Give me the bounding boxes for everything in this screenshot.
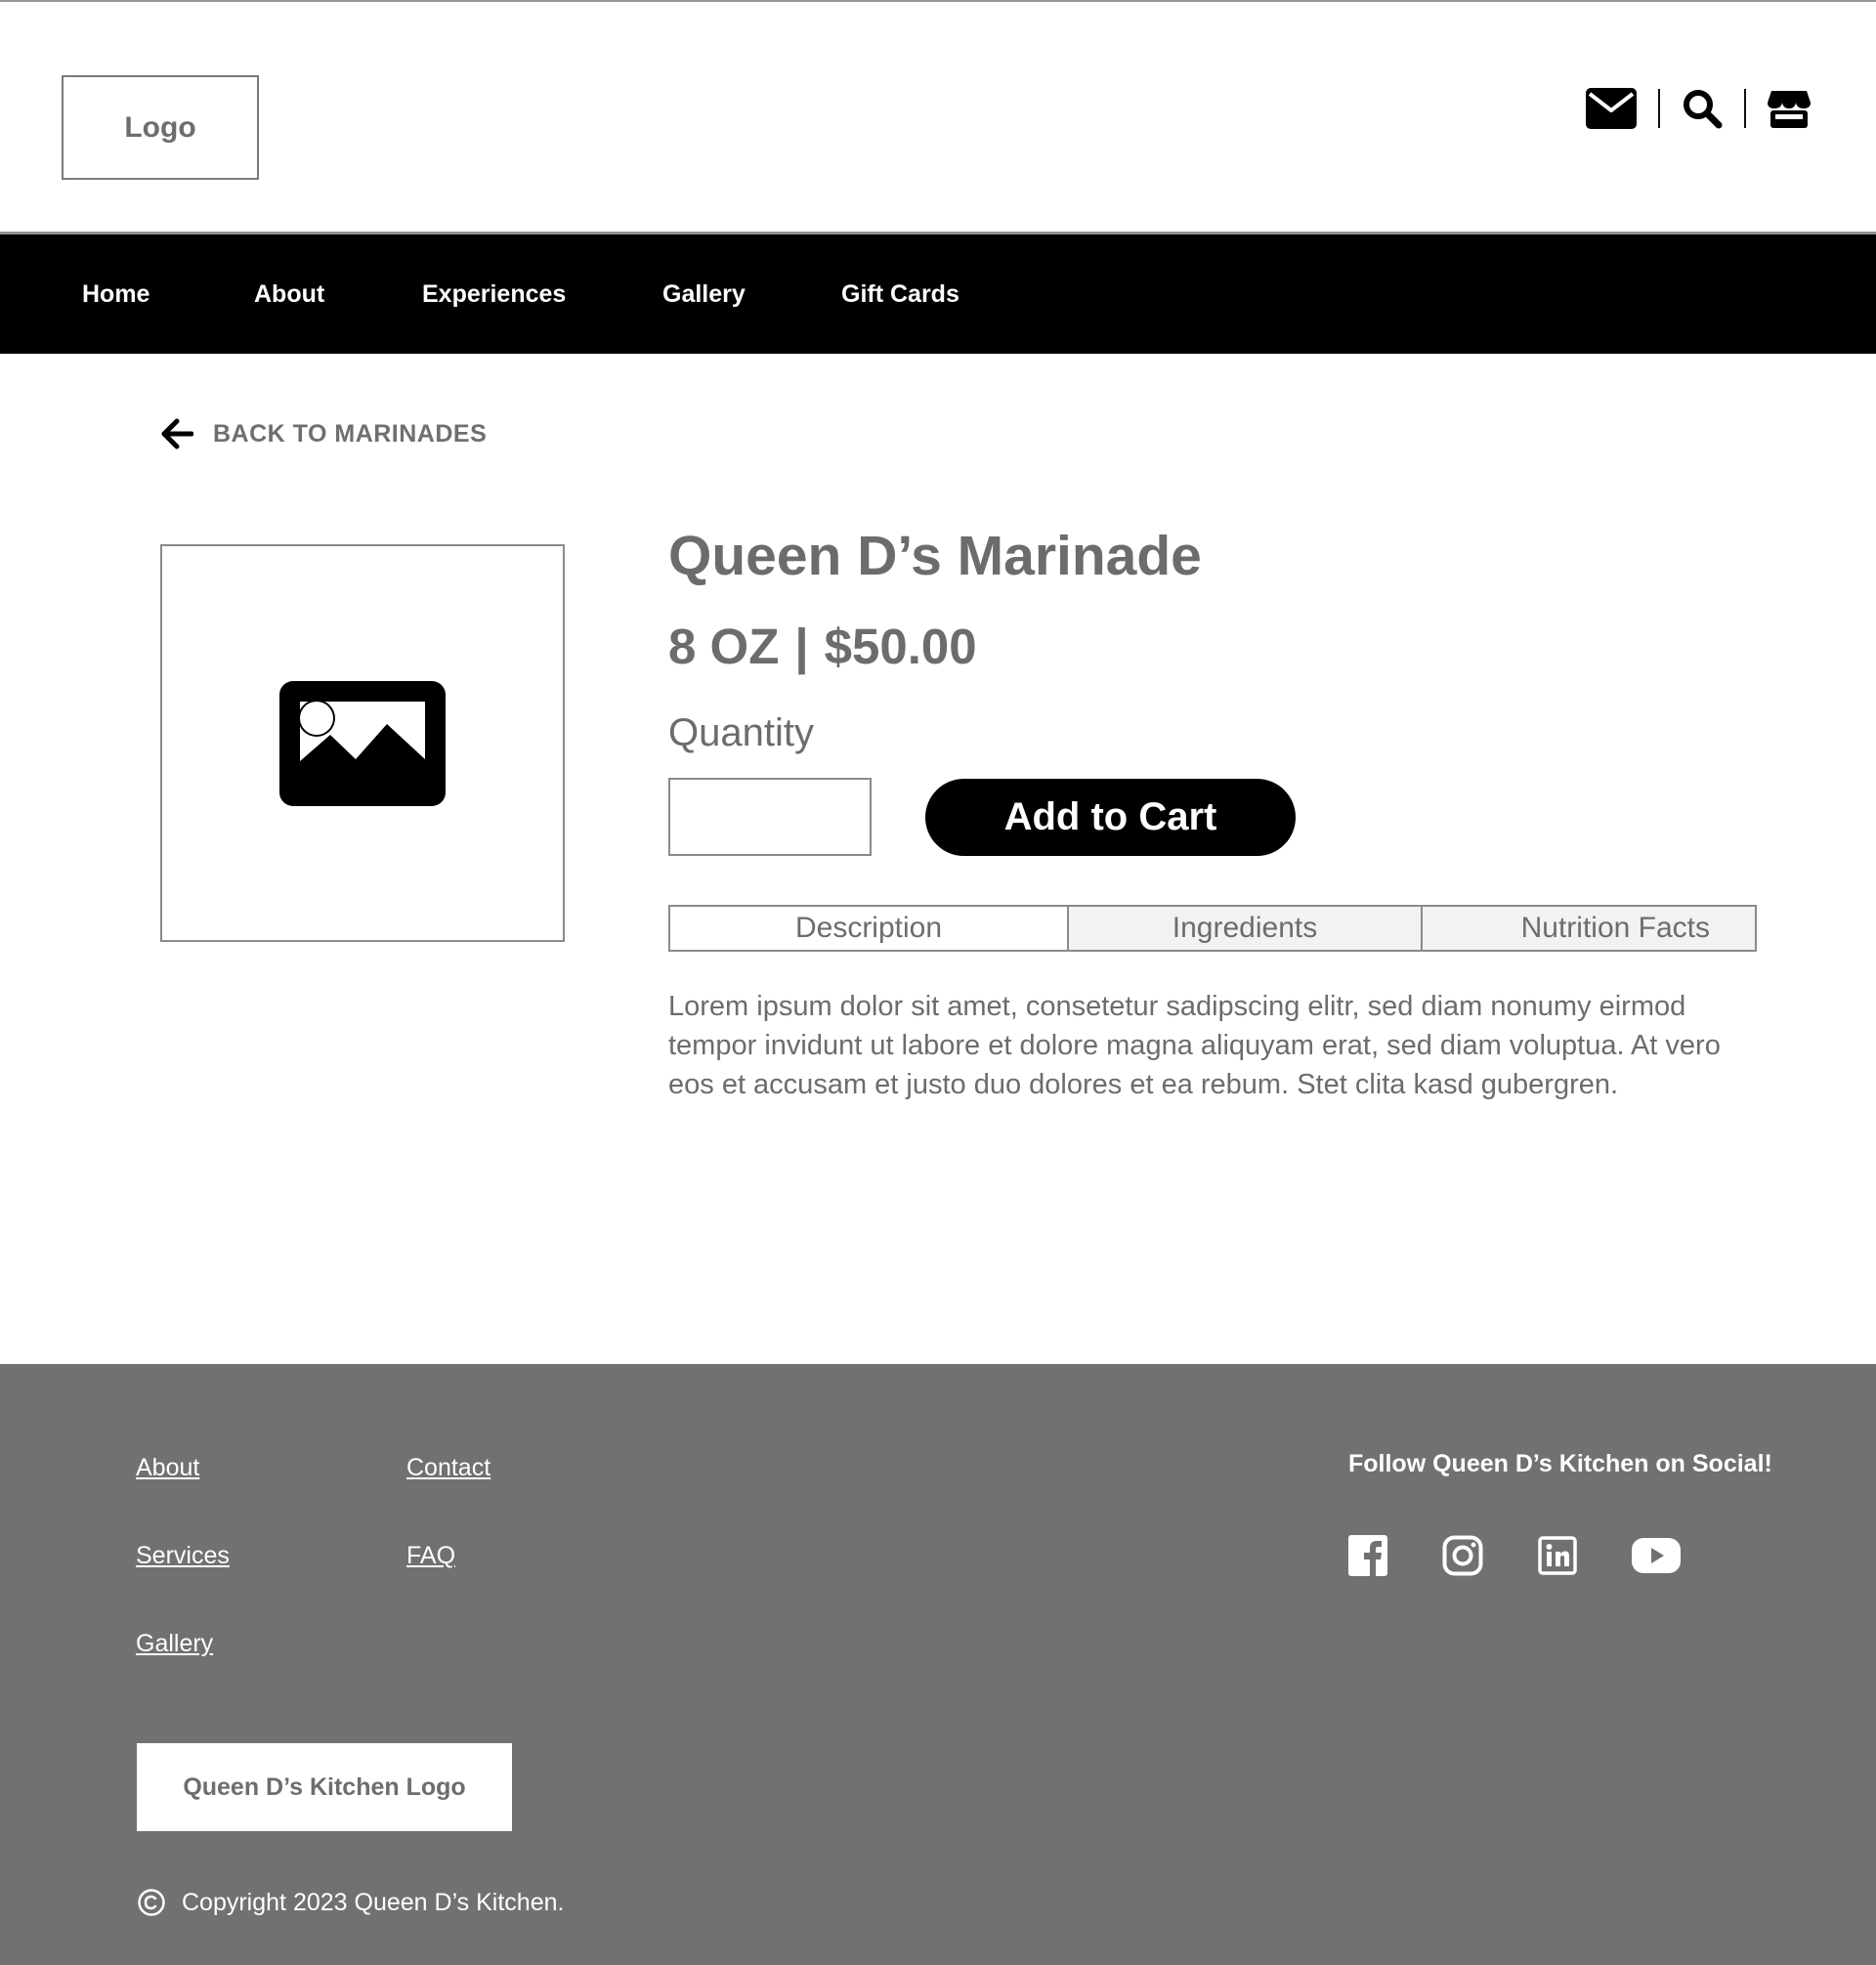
- tab-nutrition-facts[interactable]: Nutrition Facts: [1423, 905, 1757, 952]
- copyright: Copyright 2023 Queen D’s Kitchen.: [137, 1888, 564, 1917]
- back-link-label: BACK TO MARINADES: [213, 419, 488, 448]
- site-logo[interactable]: Logo: [62, 75, 259, 180]
- youtube-icon[interactable]: [1632, 1538, 1681, 1573]
- quantity-input[interactable]: [668, 778, 872, 856]
- social-icons: [1348, 1535, 1735, 1576]
- product-meta: 8 OZ | $50.00: [668, 618, 977, 675]
- footer-link-contact[interactable]: Contact: [406, 1454, 490, 1482]
- tab-description[interactable]: Description: [668, 905, 1069, 952]
- social-title: Follow Queen D’s Kitchen on Social!: [1348, 1450, 1772, 1477]
- product-title: Queen D’s Marinade: [668, 525, 1202, 587]
- store-icon[interactable]: [1768, 89, 1811, 128]
- header-icons: [1586, 84, 1811, 133]
- back-to-marinades-link[interactable]: BACK TO MARINADES: [160, 418, 487, 449]
- product-description: Lorem ipsum dolor sit amet, consetetur s…: [668, 991, 1721, 1100]
- copyright-icon: [137, 1888, 166, 1917]
- footer-link-gallery[interactable]: Gallery: [136, 1630, 213, 1658]
- footer-link-faq[interactable]: FAQ: [406, 1542, 455, 1570]
- linkedin-icon[interactable]: [1538, 1536, 1577, 1575]
- arrow-left-icon: [161, 418, 193, 449]
- footer-logo[interactable]: Queen D’s Kitchen Logo: [137, 1743, 512, 1831]
- facebook-icon[interactable]: [1348, 1535, 1387, 1576]
- tab-ingredients[interactable]: Ingredients: [1069, 905, 1423, 952]
- quantity-label: Quantity: [668, 711, 814, 754]
- nav-item-experiences[interactable]: Experiences: [422, 280, 566, 309]
- meta-separator: |: [794, 619, 809, 674]
- site-footer: About Contact Services FAQ Gallery Follo…: [0, 1364, 1876, 1965]
- nav-item-about[interactable]: About: [254, 280, 324, 309]
- product-image: [160, 544, 565, 942]
- main-nav: Home About Experiences Gallery Gift Card…: [0, 235, 1876, 354]
- instagram-icon[interactable]: [1442, 1535, 1483, 1576]
- nav-item-gallery[interactable]: Gallery: [662, 280, 746, 309]
- add-to-cart-button[interactable]: Add to Cart: [925, 779, 1296, 856]
- mail-icon[interactable]: [1586, 88, 1637, 129]
- footer-link-about[interactable]: About: [136, 1454, 199, 1482]
- product-size: 8 OZ: [668, 619, 780, 674]
- header-divider: [1658, 89, 1660, 128]
- search-icon[interactable]: [1682, 88, 1723, 129]
- copyright-text: Copyright 2023 Queen D’s Kitchen.: [182, 1888, 565, 1916]
- nav-item-gift-cards[interactable]: Gift Cards: [841, 280, 959, 309]
- product-price: $50.00: [824, 619, 977, 674]
- image-placeholder-icon: [279, 680, 446, 806]
- header-divider: [1744, 89, 1746, 128]
- footer-logo-text: Queen D’s Kitchen Logo: [183, 1773, 466, 1801]
- product-tabs: Description Ingredients Nutrition Facts: [668, 905, 1757, 952]
- nav-item-home[interactable]: Home: [82, 280, 149, 309]
- site-logo-text: Logo: [124, 110, 196, 144]
- site-header: Logo: [0, 2, 1876, 235]
- footer-link-services[interactable]: Services: [136, 1542, 230, 1570]
